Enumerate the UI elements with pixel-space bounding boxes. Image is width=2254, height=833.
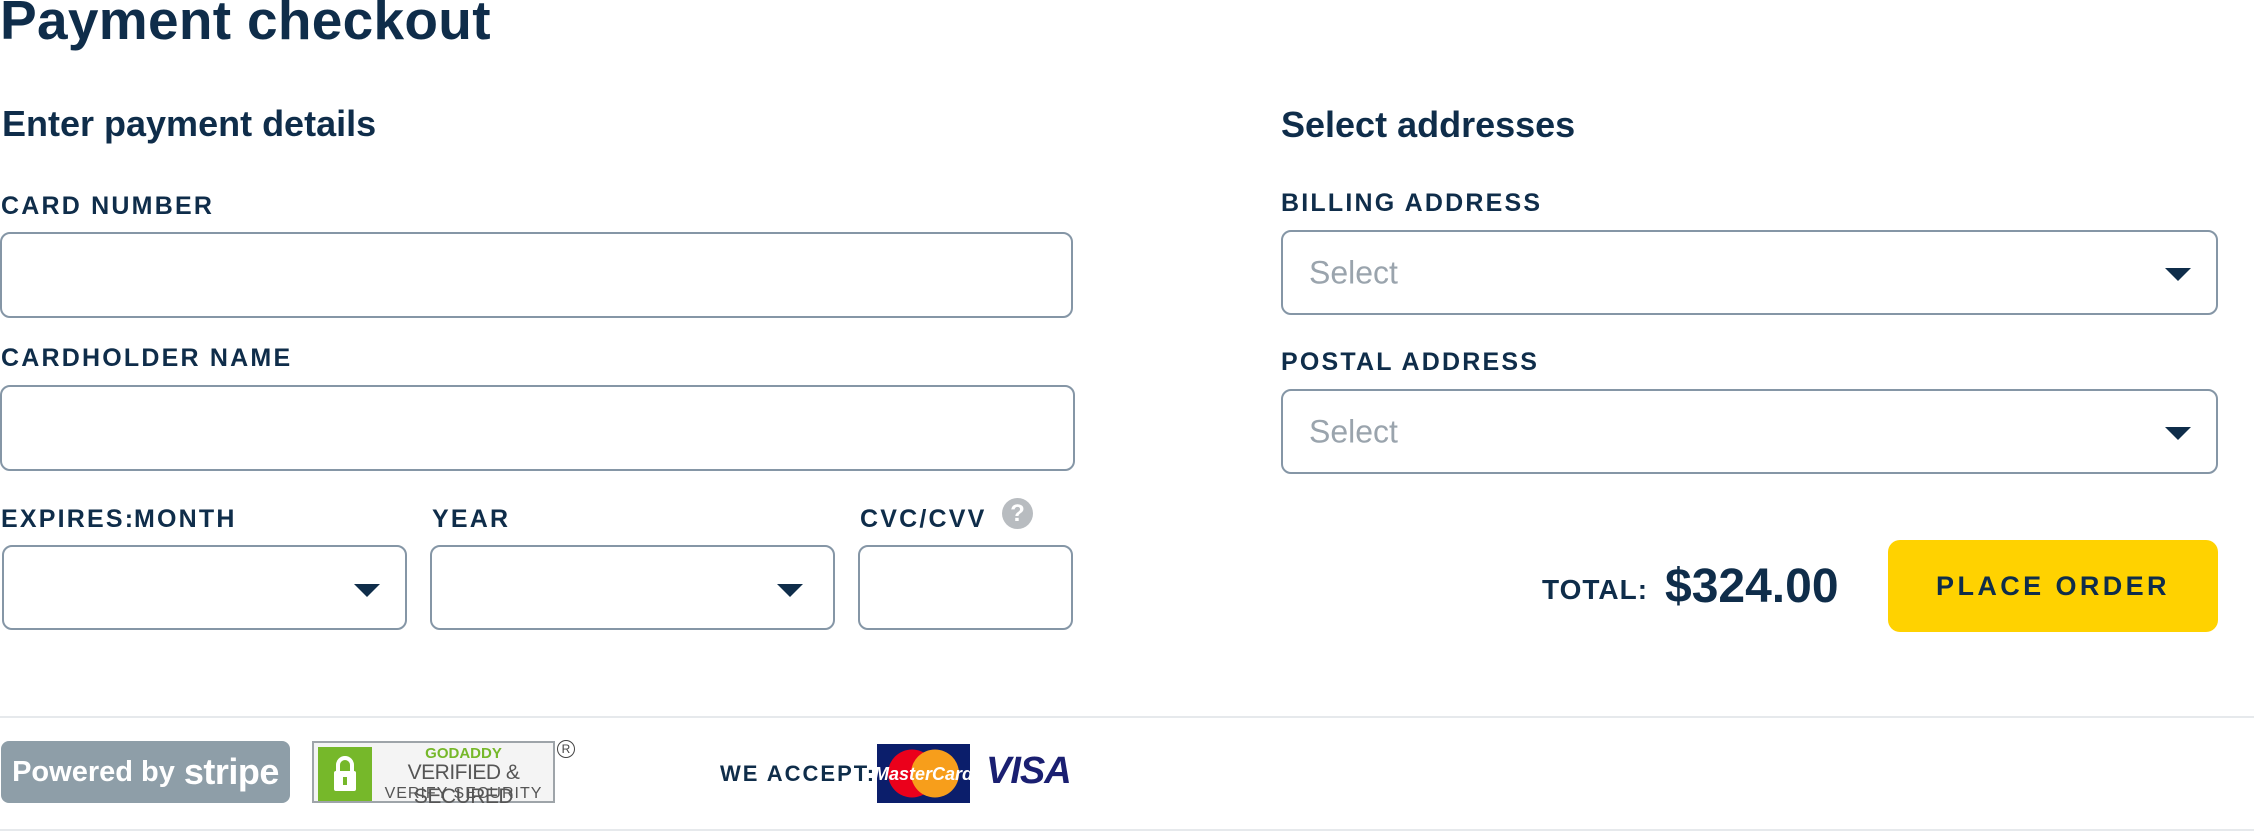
footer-divider-bottom — [0, 829, 2254, 831]
stripe-logo: stripe — [183, 751, 280, 792]
help-icon[interactable]: ? — [1002, 498, 1033, 529]
page-title: Payment checkout — [0, 0, 491, 51]
stripe-prefix: Powered by — [12, 755, 175, 788]
godaddy-verify-text: VERIFY SECURITY — [384, 785, 543, 802]
card-number-label: CARD NUMBER — [1, 192, 215, 220]
postal-address-label: POSTAL ADDRESS — [1281, 348, 1540, 376]
addresses-heading: Select addresses — [1281, 104, 1576, 145]
cardholder-name-input[interactable] — [0, 385, 1075, 471]
chevron-down-icon — [2165, 268, 2191, 281]
powered-by-stripe-badge[interactable]: Powered by stripe — [1, 741, 290, 803]
chevron-down-icon — [777, 584, 803, 597]
total-label: TOTAL: — [1542, 574, 1649, 605]
lock-icon — [318, 747, 372, 801]
postal-address-placeholder: Select — [1309, 413, 1398, 449]
visa-logo: VISA — [986, 750, 1072, 792]
card-number-input[interactable] — [0, 232, 1073, 318]
footer-divider-top — [0, 716, 2254, 718]
mastercard-text: MasterCard — [877, 764, 970, 784]
total-value: $324.00 — [1665, 560, 1839, 613]
year-select[interactable] — [430, 545, 835, 630]
godaddy-brand: GODADDY — [425, 745, 502, 762]
we-accept-label: WE ACCEPT: — [720, 761, 877, 786]
month-label: MONTH — [134, 505, 237, 533]
billing-address-placeholder: Select — [1309, 254, 1398, 290]
cardholder-name-label: CARDHOLDER NAME — [1, 344, 293, 372]
cvc-input[interactable] — [858, 545, 1073, 630]
postal-address-select[interactable]: Select — [1281, 389, 2218, 474]
place-order-button[interactable]: PLACE ORDER — [1888, 540, 2218, 632]
chevron-down-icon — [354, 584, 380, 597]
registered-mark-icon: R — [557, 740, 575, 758]
month-select[interactable] — [2, 545, 407, 630]
chevron-down-icon — [2165, 427, 2191, 440]
godaddy-verified-seal[interactable]: GODADDY VERIFIED & SECURED VERIFY SECURI… — [312, 741, 555, 808]
payment-details-heading: Enter payment details — [2, 103, 377, 144]
billing-address-label: BILLING ADDRESS — [1281, 189, 1543, 217]
mastercard-logo: MasterCard — [874, 744, 974, 803]
billing-address-select[interactable]: Select — [1281, 230, 2218, 315]
year-label: YEAR — [432, 505, 511, 533]
cvc-label: CVC/CVV — [860, 505, 987, 533]
expires-label: EXPIRES: — [1, 505, 136, 533]
